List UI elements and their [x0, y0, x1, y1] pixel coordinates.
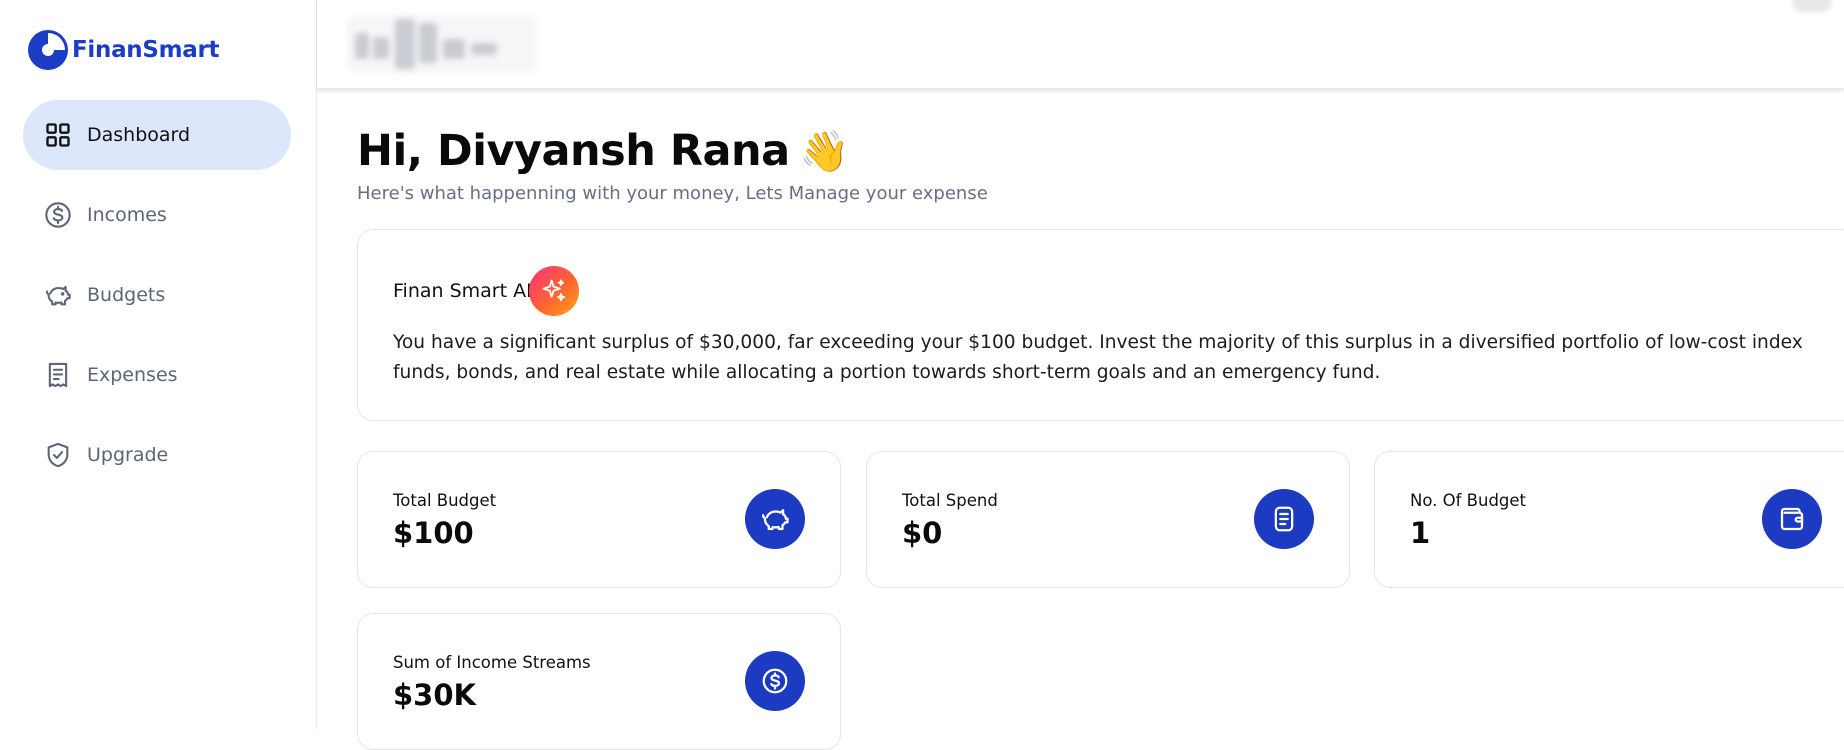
stat-label: Total Spend	[902, 491, 998, 510]
sidebar: FinanSmart Dashboard Incomes Budgets Exp…	[0, 0, 317, 729]
finansmart-logo-icon	[28, 30, 68, 70]
waving-hand-icon: 👋	[799, 129, 850, 175]
page-title: Hi, Divyansh Rana 👋	[357, 126, 849, 176]
stat-label: No. Of Budget	[1410, 491, 1527, 510]
sidebar-item-label: Incomes	[87, 204, 167, 226]
greeting-text: Hi, Divyansh Rana	[357, 126, 790, 176]
page-subtitle: Here's what happenning with your money, …	[357, 183, 988, 204]
sidebar-item-label: Expenses	[87, 364, 178, 386]
ai-card-title: Finan Smart AI	[393, 280, 532, 302]
stat-card-number-of-budgets: No. Of Budget 1	[1374, 451, 1844, 588]
sidebar-item-label: Upgrade	[87, 444, 169, 466]
stat-label: Sum of Income Streams	[393, 653, 591, 672]
sidebar-item-dashboard[interactable]: Dashboard	[23, 100, 291, 170]
ai-message: You have a significant surplus of $30,00…	[393, 332, 1803, 383]
stat-value: 1	[1410, 516, 1431, 550]
stat-value: $0	[902, 516, 943, 550]
sidebar-item-expenses[interactable]: Expenses	[23, 340, 291, 410]
receipt-icon	[1254, 489, 1314, 549]
sidebar-item-label: Dashboard	[87, 124, 191, 146]
sparkles-icon	[529, 266, 579, 316]
wallet-icon	[1762, 489, 1822, 549]
receipt-icon	[44, 361, 72, 389]
sidebar-item-budgets[interactable]: Budgets	[23, 260, 291, 330]
stat-card-total-spend: Total Spend $0	[866, 451, 1350, 588]
stat-card-total-budget: Total Budget $100	[357, 451, 841, 588]
stat-value: $30K	[393, 678, 477, 712]
stat-card-income-streams: Sum of Income Streams $30K	[357, 613, 841, 750]
dollar-circle-icon	[745, 651, 805, 711]
app-name: FinanSmart	[72, 37, 220, 63]
sidebar-item-upgrade[interactable]: Upgrade	[23, 420, 291, 490]
app-logo[interactable]: FinanSmart	[27, 29, 220, 71]
shield-check-icon	[44, 441, 72, 469]
grid-icon	[44, 121, 72, 149]
ai-insight-card: Finan Smart AI You have a significant su…	[357, 229, 1844, 421]
sidebar-item-label: Budgets	[87, 284, 166, 306]
piggy-bank-icon	[44, 281, 72, 309]
piggy-bank-icon	[745, 489, 805, 549]
blurred-search-area	[347, 15, 537, 73]
stat-label: Total Budget	[393, 491, 497, 510]
blurred-avatar[interactable]	[1792, 0, 1832, 12]
stat-value: $100	[393, 516, 474, 550]
dollar-circle-icon	[44, 201, 72, 229]
top-bar	[317, 0, 1844, 89]
sidebar-item-incomes[interactable]: Incomes	[23, 180, 291, 250]
